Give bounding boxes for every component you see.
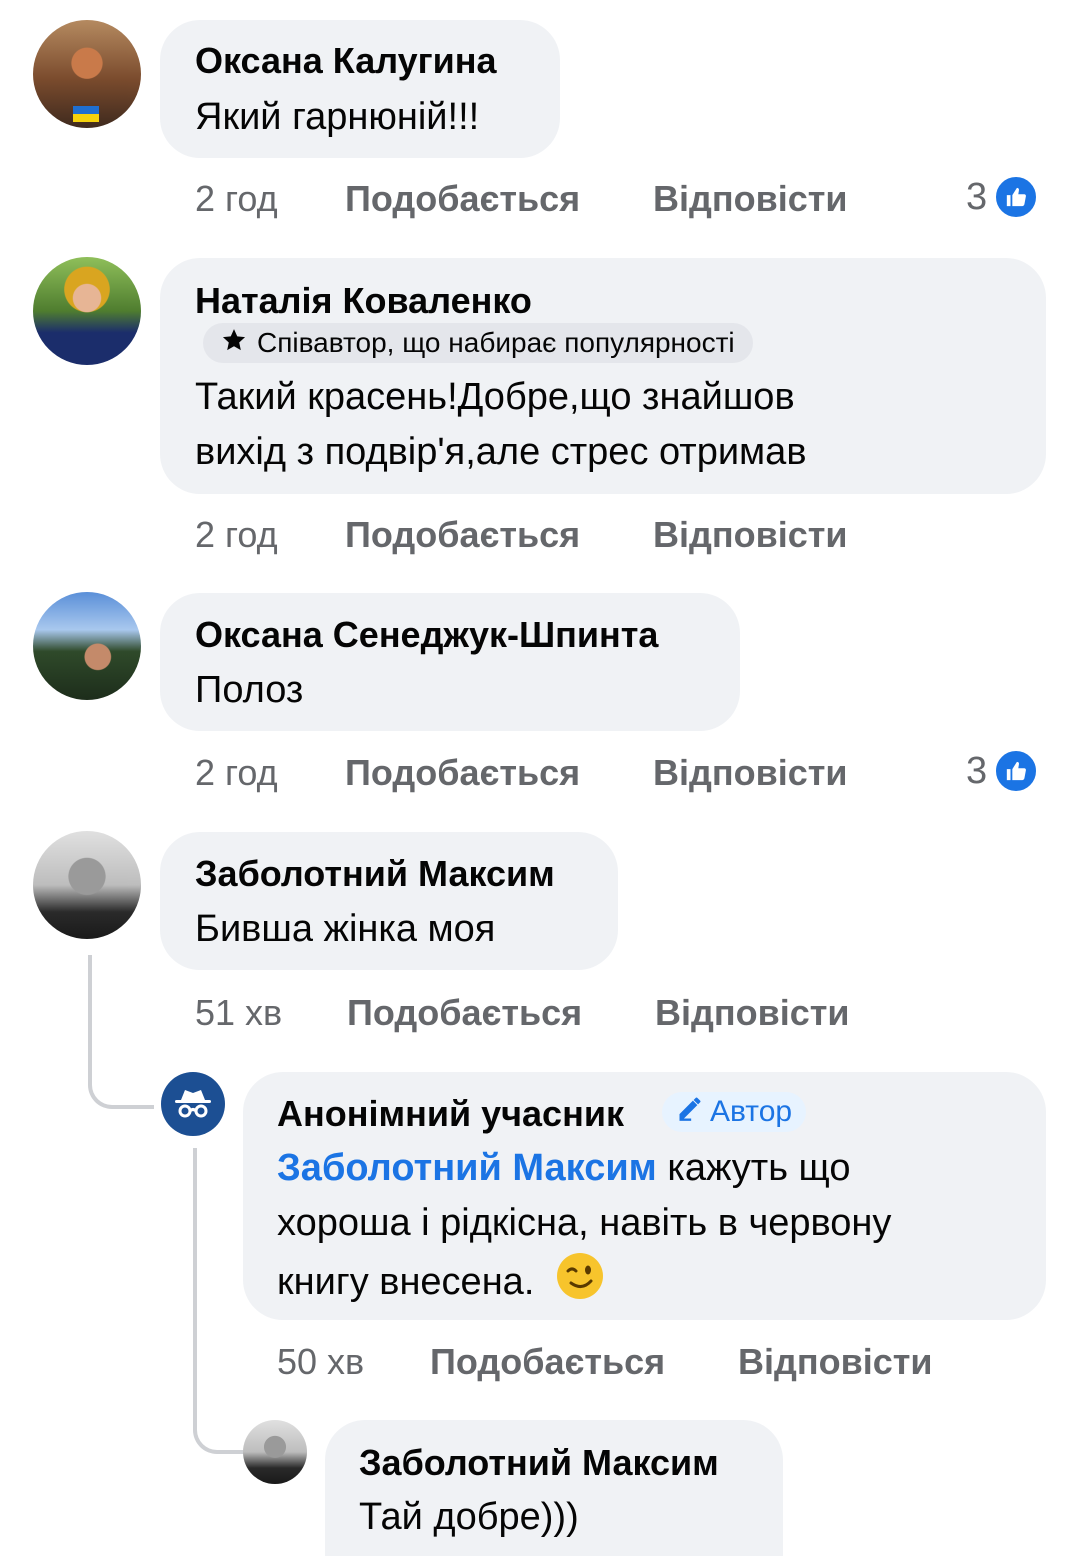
comment-time[interactable]: 2 год xyxy=(195,752,278,794)
thumbs-up-icon xyxy=(993,174,1040,220)
reply-text: Тай добре))) xyxy=(359,1496,579,1538)
author-badge: Автор xyxy=(662,1092,807,1132)
comment-time[interactable]: 51 хв xyxy=(195,992,282,1034)
reply-button[interactable]: Відповісти xyxy=(655,992,850,1034)
badge-label: Співавтор, що набирає популярності xyxy=(257,327,735,358)
reaction-count[interactable]: 3 xyxy=(966,748,1040,794)
reply-button[interactable]: Відповісти xyxy=(653,752,848,794)
thread-line xyxy=(88,955,154,1109)
reply-author[interactable]: Заболотний Максим xyxy=(359,1442,719,1484)
anonymous-avatar[interactable] xyxy=(161,1072,225,1136)
reply-text-fragment: кажуть що xyxy=(656,1147,851,1189)
avatar[interactable] xyxy=(243,1420,307,1484)
like-button[interactable]: Подобається xyxy=(345,178,580,220)
comment-author[interactable]: Заболотний Максим xyxy=(195,853,555,895)
like-button[interactable]: Подобається xyxy=(347,992,582,1034)
avatar[interactable] xyxy=(33,20,141,128)
reaction-count-value: 3 xyxy=(966,175,988,218)
comment-text: Бивша жінка моя xyxy=(195,908,496,950)
reply-text-line: хороша і рідкісна, навіть в червону xyxy=(277,1202,892,1244)
comment-time[interactable]: 2 год xyxy=(195,514,278,556)
reaction-count[interactable]: 3 xyxy=(966,174,1040,220)
reply-time[interactable]: 50 хв xyxy=(277,1341,364,1383)
star-icon xyxy=(221,327,247,360)
comment-author[interactable]: Оксана Сенеджук-Шпинта xyxy=(195,614,658,656)
thumbs-up-icon xyxy=(993,748,1040,794)
avatar[interactable] xyxy=(33,831,141,939)
comment-text: Полоз xyxy=(195,669,304,711)
reply-author[interactable]: Анонімний учасник xyxy=(277,1093,624,1135)
like-button[interactable]: Подобається xyxy=(345,514,580,556)
reply-text-line: книгу внесена. xyxy=(277,1251,605,1317)
comment-text-line: Такий красень!Добре,що знайшов xyxy=(195,376,795,418)
reply-text-fragment: книгу внесена. xyxy=(277,1261,535,1304)
comment-author[interactable]: Оксана Калугина xyxy=(195,40,497,82)
reply-text-line: Заболотний Максим кажуть що xyxy=(277,1141,851,1196)
comment-time[interactable]: 2 год xyxy=(195,178,278,220)
reaction-count-value: 3 xyxy=(966,749,988,792)
like-button[interactable]: Подобається xyxy=(345,752,580,794)
winking-face-icon xyxy=(555,1251,605,1317)
reply-button[interactable]: Відповісти xyxy=(653,178,848,220)
avatar[interactable] xyxy=(33,257,141,365)
author-badge-label: Автор xyxy=(710,1095,793,1128)
comment-author[interactable]: Наталія Коваленко xyxy=(195,280,532,322)
reply-button[interactable]: Відповісти xyxy=(653,514,848,556)
avatar[interactable] xyxy=(33,592,141,700)
like-button[interactable]: Подобається xyxy=(430,1341,665,1383)
thread-line xyxy=(193,1148,247,1454)
ukraine-flag-icon xyxy=(73,106,99,122)
contributor-badge[interactable]: Співавтор, що набирає популярності xyxy=(203,323,753,363)
incognito-icon xyxy=(175,1090,211,1118)
mention-link[interactable]: Заболотний Максим xyxy=(277,1147,657,1189)
comment-text-line: вихід з подвір'я,але стрес отримав xyxy=(195,431,807,473)
reply-button[interactable]: Відповісти xyxy=(738,1341,933,1383)
comment-text: Який гарнюній!!! xyxy=(195,96,480,138)
pencil-icon xyxy=(676,1094,704,1130)
